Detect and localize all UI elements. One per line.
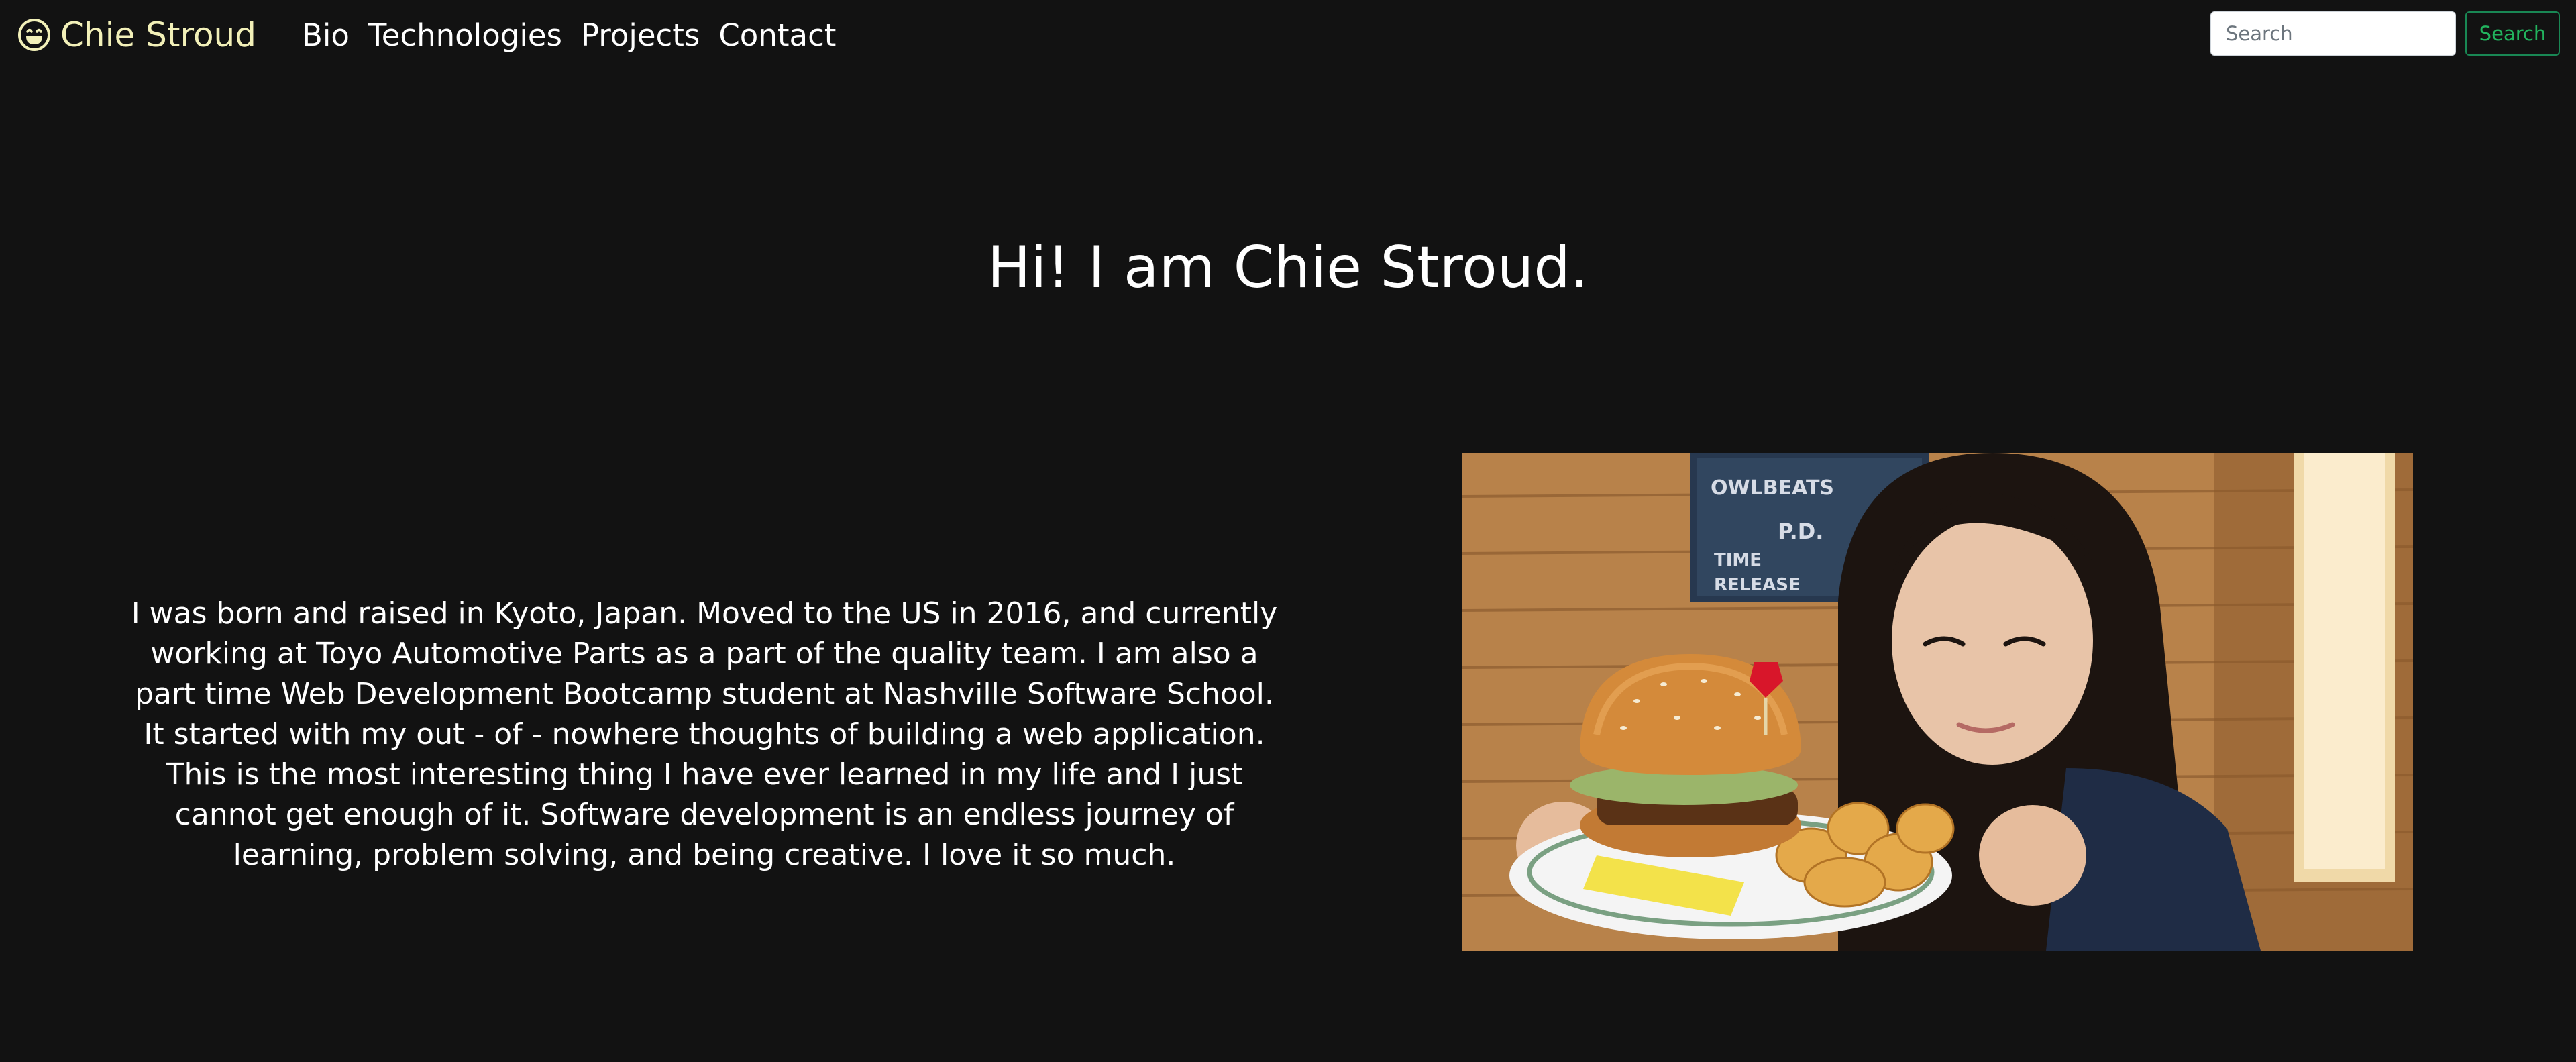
search-form: Search	[2210, 11, 2560, 56]
brand-link[interactable]: Chie Stroud	[17, 18, 256, 52]
svg-text:P.D.: P.D.	[1778, 519, 1823, 544]
page-title: Hi! I am Chie Stroud.	[987, 234, 1589, 301]
brand-name: Chie Stroud	[60, 15, 256, 54]
search-button[interactable]: Search	[2465, 11, 2560, 56]
nav-links: Bio Technologies Projects Contact	[302, 20, 836, 50]
nav-link-contact[interactable]: Contact	[718, 20, 836, 50]
bio-paragraph: I was born and raised in Kyoto, Japan. M…	[131, 596, 1278, 872]
svg-text:RELEASE: RELEASE	[1714, 575, 1801, 595]
profile-photo: OWLBEATS P.D. TIME RELEASE	[1462, 453, 2413, 951]
nav-link-technologies[interactable]: Technologies	[368, 20, 562, 50]
svg-text:OWLBEATS: OWLBEATS	[1711, 476, 1834, 500]
grinning-face-icon	[17, 18, 51, 52]
navbar: Chie Stroud Bio Technologies Projects Co…	[0, 0, 2576, 70]
burger	[1570, 654, 1801, 857]
nav-link-projects[interactable]: Projects	[581, 20, 700, 50]
search-input[interactable]	[2210, 11, 2456, 56]
nav-link-bio[interactable]: Bio	[302, 20, 350, 50]
svg-text:TIME: TIME	[1714, 550, 1762, 570]
